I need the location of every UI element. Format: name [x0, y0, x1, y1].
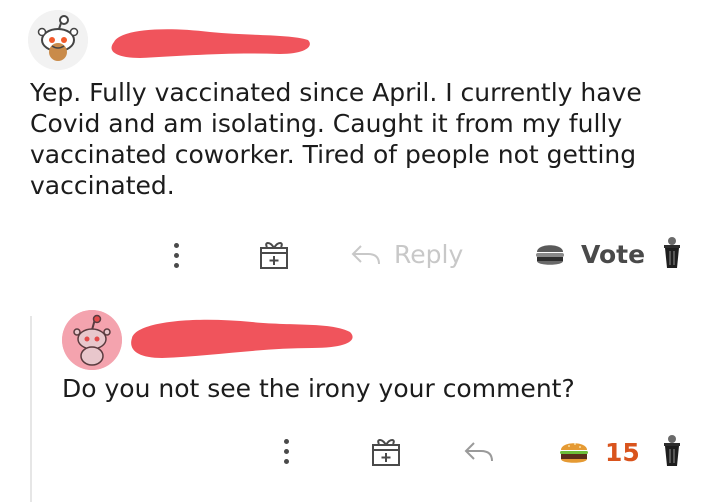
comment-body: Do you not see the irony your comment?: [62, 374, 575, 403]
more-options-icon: [173, 242, 179, 248]
downvote-button[interactable]: [660, 234, 684, 272]
downvote-trashcan-icon: [664, 237, 680, 268]
user-avatar[interactable]: [62, 310, 122, 370]
more-options-button[interactable]: [276, 436, 296, 466]
gift-award-icon: [260, 242, 288, 269]
downvote-trashcan-icon: [664, 435, 680, 466]
thread-line[interactable]: [30, 316, 32, 502]
comment-1: Yep. Fully vaccinated since April. I cur…: [0, 0, 715, 290]
upvote-burger-icon: [560, 443, 588, 463]
snoo-avatar-icon: [28, 10, 88, 70]
more-options-icon: [283, 438, 289, 444]
reply-button[interactable]: [462, 438, 496, 464]
vote-score: 15: [605, 437, 640, 467]
reply-arrow-icon: [464, 442, 493, 462]
reply-arrow-icon: [351, 245, 380, 265]
upvote-button[interactable]: [532, 238, 568, 270]
gift-award-icon: [372, 439, 400, 466]
comment-2: Do you not see the irony your comment? 1…: [0, 290, 715, 502]
reply-button[interactable]: Reply: [350, 236, 463, 272]
redacted-username: [131, 319, 353, 358]
reply-label: Reply: [394, 239, 464, 269]
more-options-button[interactable]: [166, 240, 186, 270]
redacted-username: [111, 29, 310, 58]
award-button[interactable]: [368, 433, 404, 469]
upvote-button[interactable]: [556, 436, 592, 468]
upvote-burger-icon: [536, 245, 564, 265]
vote-label: Vote: [581, 239, 646, 269]
award-button[interactable]: [256, 236, 292, 272]
downvote-button[interactable]: [660, 432, 684, 470]
comment-body: Yep. Fully vaccinated since April. I cur…: [30, 78, 642, 200]
user-avatar[interactable]: [28, 10, 88, 70]
snoo-avatar-icon: [62, 310, 122, 370]
